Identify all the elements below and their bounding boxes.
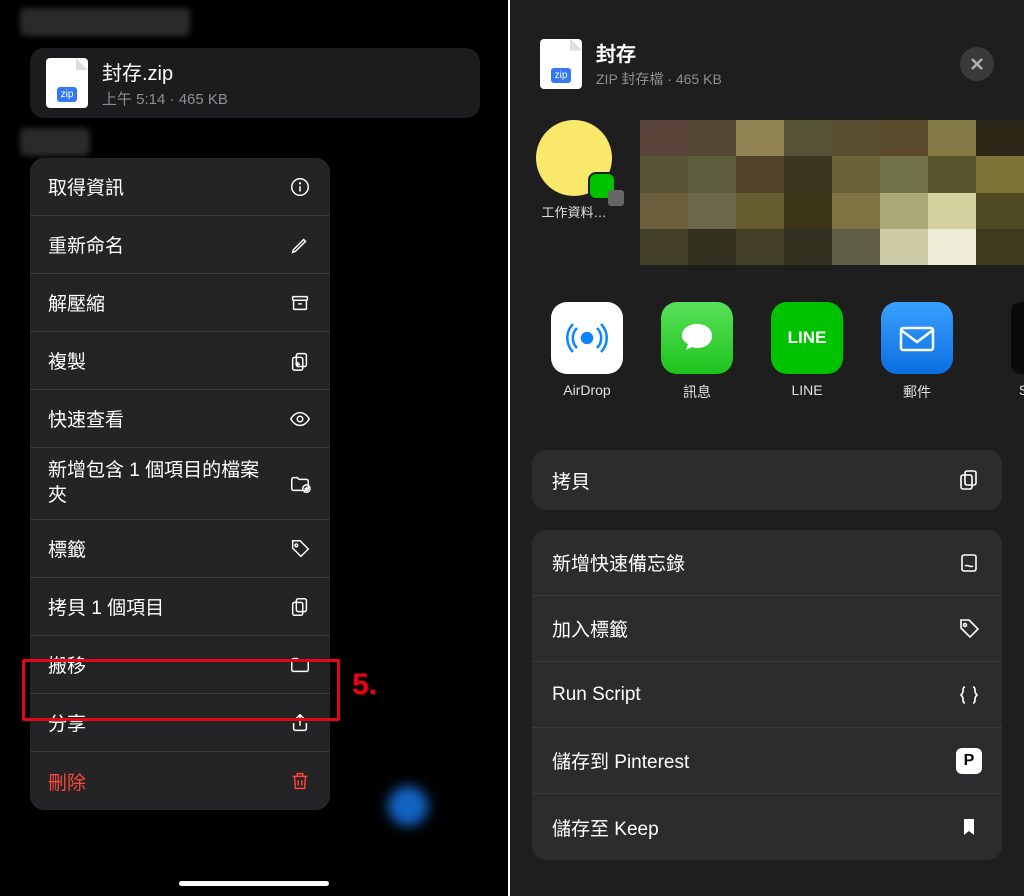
- menu-item-tag[interactable]: 標籤: [30, 520, 330, 578]
- action-label: 拷貝: [552, 467, 590, 494]
- more-app-icon: [1011, 302, 1024, 374]
- menu-item-label: 拷貝 1 個項目: [48, 593, 164, 620]
- line-app-icon: LINE: [771, 302, 843, 374]
- share-app-mail[interactable]: 郵件: [862, 302, 972, 402]
- zip-file-icon: zip: [540, 39, 582, 89]
- menu-item-info[interactable]: 取得資訊: [30, 158, 330, 216]
- braces-icon: [956, 682, 982, 708]
- menu-item-copy[interactable]: 拷貝 1 個項目: [30, 578, 330, 636]
- context-menu-screenshot: zip 封存.zip 上午 5:14 · 465 KB 取得資訊重新命名解壓縮複…: [0, 0, 510, 896]
- folder-plus-icon: [288, 472, 312, 496]
- close-icon: [969, 56, 985, 72]
- menu-item-eye[interactable]: 快速查看: [30, 390, 330, 448]
- archive-icon: [288, 291, 312, 315]
- annotation-step-number: 5.: [352, 668, 377, 702]
- mail-app-icon: [881, 302, 953, 374]
- airdrop-target[interactable]: 工作資料…: [524, 120, 624, 270]
- action-label: 儲存至 Keep: [552, 814, 659, 841]
- menu-item-label: 複製: [48, 347, 86, 374]
- zip-file-icon: zip: [46, 58, 88, 108]
- menu-item-folder-plus[interactable]: 新增包含 1 個項目的檔案夾: [30, 448, 330, 520]
- airdrop-app-icon: [551, 302, 623, 374]
- file-name: 封存.zip: [102, 57, 228, 86]
- action-note[interactable]: 新增快速備忘錄: [532, 530, 1002, 596]
- trash-icon: [288, 769, 312, 793]
- share-apps-row: AirDrop訊息LINELINE郵件Sc: [532, 302, 1024, 402]
- home-indicator[interactable]: [179, 881, 329, 886]
- menu-item-label: 刪除: [48, 768, 86, 795]
- menu-item-label: 解壓縮: [48, 289, 105, 316]
- copy-action-card: 拷貝: [532, 450, 1002, 510]
- action-pinterest[interactable]: 儲存到 Pinterest P: [532, 728, 1002, 794]
- redacted-blur: [20, 8, 190, 36]
- tag-icon: [956, 616, 982, 642]
- action-braces[interactable]: Run Script: [532, 662, 1002, 728]
- info-icon: [288, 175, 312, 199]
- copy-action[interactable]: 拷貝: [532, 450, 1002, 510]
- contact-avatar-icon: [536, 120, 612, 196]
- app-label: 訊息: [642, 382, 752, 402]
- bookmark-icon: [956, 814, 982, 840]
- share-sheet-title: 封存: [596, 38, 960, 67]
- menu-item-label: 重新命名: [48, 231, 124, 258]
- app-label: Sc: [972, 382, 1024, 398]
- pinterest-icon: P: [956, 748, 982, 774]
- file-card[interactable]: zip 封存.zip 上午 5:14 · 465 KB: [30, 48, 480, 118]
- file-subtitle: 上午 5:14 · 465 KB: [102, 88, 228, 109]
- menu-item-label: 新增包含 1 個項目的檔案夾: [48, 459, 268, 508]
- app-label: LINE: [752, 382, 862, 398]
- action-label: Run Script: [552, 684, 641, 706]
- copy-icon: [956, 467, 982, 493]
- redacted-mosaic: [640, 120, 1024, 265]
- action-bookmark[interactable]: 儲存至 Keep: [532, 794, 1002, 860]
- tag-icon: [288, 537, 312, 561]
- redacted-blur: [388, 786, 428, 826]
- pencil-icon: [288, 233, 312, 257]
- menu-item-pencil[interactable]: 重新命名: [30, 216, 330, 274]
- duplicate-icon: [288, 349, 312, 373]
- menu-item-label: 標籤: [48, 535, 86, 562]
- redacted-blur: [20, 128, 90, 156]
- action-label: 儲存到 Pinterest: [552, 747, 689, 774]
- share-app-msg[interactable]: 訊息: [642, 302, 752, 402]
- menu-item-trash[interactable]: 刪除: [30, 752, 330, 810]
- menu-item-label: 取得資訊: [48, 173, 124, 200]
- close-button[interactable]: [960, 47, 994, 81]
- menu-item-duplicate[interactable]: 複製: [30, 332, 330, 390]
- app-label: AirDrop: [532, 382, 642, 398]
- share-sheet-subtitle: ZIP 封存檔 · 465 KB: [596, 69, 960, 89]
- actions-list: 新增快速備忘錄加入標籤 Run Script 儲存到 Pinterest P 儲存至 K…: [532, 530, 1002, 860]
- menu-item-archive[interactable]: 解壓縮: [30, 274, 330, 332]
- note-icon: [956, 550, 982, 576]
- share-app-more[interactable]: Sc: [972, 302, 1024, 402]
- action-label: 加入標籤: [552, 615, 628, 642]
- share-app-airdrop[interactable]: AirDrop: [532, 302, 642, 402]
- msg-app-icon: [661, 302, 733, 374]
- action-label: 新增快速備忘錄: [552, 549, 685, 576]
- share-highlight-box: [22, 659, 340, 721]
- action-tag[interactable]: 加入標籤: [532, 596, 1002, 662]
- share-app-line[interactable]: LINE LINE: [752, 302, 862, 402]
- eye-icon: [288, 407, 312, 431]
- copy-icon: [288, 595, 312, 619]
- app-label: 郵件: [862, 382, 972, 402]
- share-sheet-screenshot: zip 封存 ZIP 封存檔 · 465 KB 工作資料… AirDrop訊息L…: [510, 0, 1024, 896]
- menu-item-label: 快速查看: [48, 405, 124, 432]
